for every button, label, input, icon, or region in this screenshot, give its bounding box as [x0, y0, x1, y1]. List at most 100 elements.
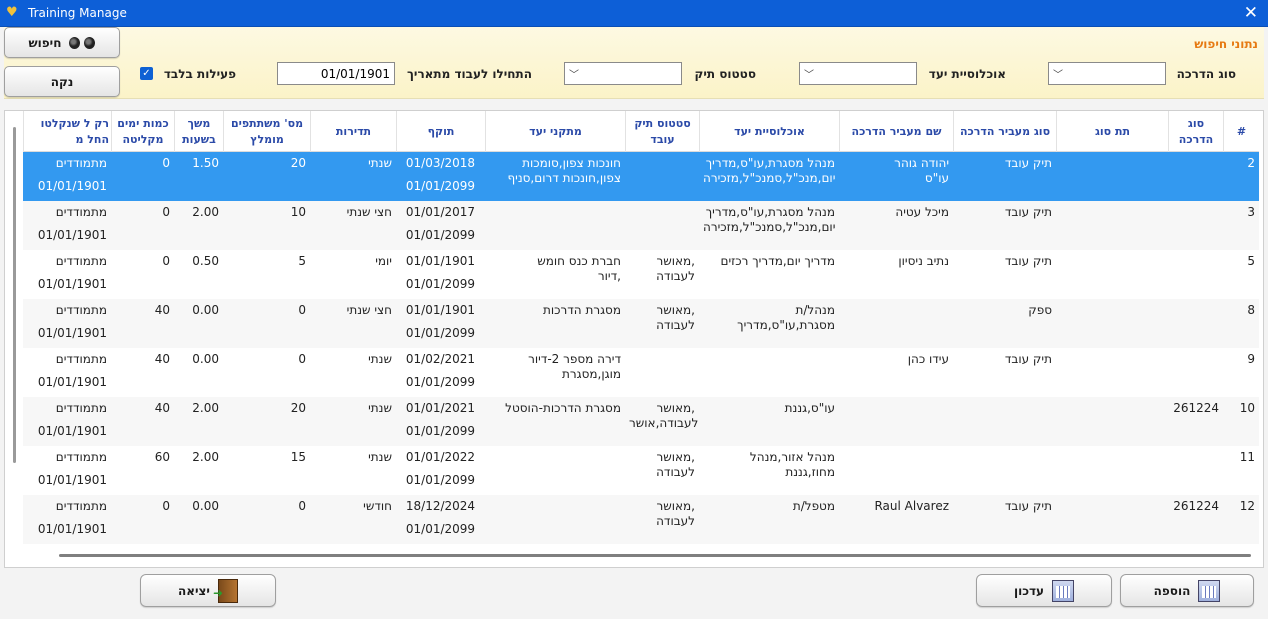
header-subtype[interactable]: תת סוג [1056, 111, 1168, 152]
cell-since-line1: מתמודדים [55, 205, 107, 219]
table-row[interactable]: 8 ספק מנהל/ת מסגרת,עו"ס,מדריך מאושר, לעבודה מס… [23, 299, 1259, 348]
cell-validity-line2: 01/01/2099 [405, 179, 476, 193]
cell-duration: 2.00 [174, 201, 223, 250]
header-instructor-name[interactable]: שם מעביר הדרכה [839, 111, 953, 152]
header-participants[interactable]: מס' משתתפים מומלץ [223, 111, 310, 152]
cell-num: 5 [1223, 250, 1259, 299]
header-target-population[interactable]: אוכלוסיית יעד [699, 111, 839, 152]
update-button[interactable]: עדכון [976, 574, 1112, 607]
cell-target-population-line2: יום,מנכ"ל,סמנכ"ל,מזכירה [703, 171, 836, 185]
cell-since-line1: מתמודדים [55, 156, 107, 170]
cell-target-population-line1: מטפל/ת [792, 499, 835, 513]
cell-participants: 0 [223, 299, 310, 348]
header-training-type[interactable]: סוג הדרכה [1168, 111, 1223, 152]
header-duration[interactable]: משך בשעות [174, 111, 223, 152]
cell-instructor-name-line1: מיכל עטיה [895, 205, 949, 219]
cell-days-line1: 0 [162, 499, 170, 513]
header-days[interactable]: כמות ימים מקליטה [111, 111, 174, 152]
target-population-combo[interactable]: ﹀ [799, 62, 917, 85]
cell-validity-line1: 01/01/1901 [405, 303, 476, 317]
start-date-input[interactable] [277, 62, 395, 85]
cell-instructor-type: תיק עובד [953, 250, 1056, 299]
cell-file-status-line2: לעבודה [656, 514, 695, 528]
table-row[interactable]: 10 261224 עו"ס,גננת מאושר, לעבודה,אושר מסגרת … [23, 397, 1259, 446]
table-row[interactable]: 12 261224 תיק עובד Raul Alvarez מטפל/ת מאושר,… [23, 495, 1259, 544]
cell-target-facilities [485, 201, 625, 250]
cell-participants-line1: 5 [298, 254, 306, 268]
cell-participants-line1: 20 [290, 401, 306, 415]
cell-frequency-line1: שנתי [368, 352, 392, 366]
cell-num-line1: 12 [1239, 499, 1255, 513]
active-only-checkbox[interactable]: ✓ [140, 67, 153, 80]
cell-instructor-name: נתיב ניסיון [839, 250, 953, 299]
cell-duration: 2.00 [174, 397, 223, 446]
header-instructor-type[interactable]: סוג מעביר הדרכה [953, 111, 1056, 152]
cell-target-population: עו"ס,גננת [699, 397, 839, 446]
table-row[interactable]: 3 תיק עובד מיכל עטיה מנהל מסגרת,עו"ס,מדריך י… [23, 201, 1259, 250]
vertical-scrollbar[interactable] [13, 127, 16, 463]
cell-participants-line1: 0 [298, 352, 306, 366]
cell-frequency-line1: יומי [375, 254, 392, 268]
clear-button[interactable]: נקה [4, 66, 120, 97]
header-target-facilities[interactable]: מתקני יעד [485, 111, 625, 152]
cell-instructor-name [839, 446, 953, 495]
header-num[interactable]: # [1223, 111, 1259, 152]
search-button[interactable]: חיפוש [4, 27, 120, 58]
cell-instructor-name-line1: Raul Alvarez [874, 499, 949, 513]
cell-training-type: 261224 [1168, 495, 1223, 544]
table-row[interactable]: 9 תיק עובד עידו כהן דירה מספר 2-דיור מוגן,מס… [23, 348, 1259, 397]
cell-duration-line1: 1.50 [192, 156, 219, 170]
cell-frequency-line1: חודשי [363, 499, 392, 513]
cell-since: מתמודדים 01/01/1901 [23, 201, 111, 250]
close-icon[interactable]: ✕ [1244, 3, 1258, 23]
cell-subtype [1056, 201, 1168, 250]
exit-button[interactable]: יציאה [140, 574, 276, 607]
header-validity[interactable]: תוקף [396, 111, 485, 152]
add-button[interactable]: הוספה [1120, 574, 1254, 607]
cell-days: 40 [111, 348, 174, 397]
table-row[interactable]: 11 מנהל אזור,מנהל מחוז,גננת מאושר, לעבודה 01/… [23, 446, 1259, 495]
cell-instructor-name: מיכל עטיה [839, 201, 953, 250]
cell-instructor-name: עידו כהן [839, 348, 953, 397]
cell-validity-line2: 01/01/2099 [405, 473, 476, 487]
cell-frequency: שנתי [310, 446, 396, 495]
clear-button-label: נקה [50, 74, 74, 89]
cell-num-line1: 2 [1247, 156, 1255, 170]
cell-subtype [1056, 299, 1168, 348]
cell-training-type-line1: 261224 [1173, 499, 1219, 513]
header-file-status[interactable]: סטטוס תיק עובד [625, 111, 699, 152]
header-since[interactable]: רק ל שנקלטו החל מ [23, 111, 111, 152]
cell-since-line2: 01/01/1901 [37, 228, 107, 242]
cell-file-status: מאושר, לעבודה [625, 446, 699, 495]
cell-target-facilities-line1: מסגרת הדרכות-הוסטל [505, 401, 621, 415]
cell-duration: 0.50 [174, 250, 223, 299]
target-population-label: אוכלוסיית יעד [928, 67, 1006, 81]
cell-participants: 0 [223, 495, 310, 544]
header-frequency[interactable]: תדירות [310, 111, 396, 152]
cell-participants: 20 [223, 152, 310, 201]
cell-num: 12 [1223, 495, 1259, 544]
cell-duration-line1: 0.00 [192, 303, 219, 317]
search-panel-title: נתוני חיפוש [1194, 37, 1258, 51]
cell-frequency: שנתי [310, 397, 396, 446]
update-button-label: עדכון [1013, 583, 1045, 598]
cell-duration-line1: 0.50 [192, 254, 219, 268]
table-row[interactable]: 5 תיק עובד נתיב ניסיון מדריך יום,מדריך רכזי… [23, 250, 1259, 299]
cell-target-facilities-line1: חברת כנס חומש [537, 254, 621, 268]
cell-frequency: חצי שנתי [310, 201, 396, 250]
cell-instructor-name [839, 299, 953, 348]
cell-training-type [1168, 250, 1223, 299]
cell-file-status: מאושר, לעבודה [625, 299, 699, 348]
cell-target-facilities [485, 495, 625, 544]
file-status-label: סטטוס תיק [694, 67, 756, 81]
cell-instructor-type [953, 446, 1056, 495]
cell-instructor-type-line1: ספק [1028, 303, 1052, 317]
table-row[interactable]: 2 תיק עובד יהודה גוהר עו"ס מנהל מסגרת,עו"ס,מ… [23, 152, 1259, 201]
cell-target-population-line2: מחוז,גננת [785, 465, 835, 479]
file-status-combo[interactable]: ﹀ [564, 62, 682, 85]
horizontal-scrollbar[interactable] [59, 554, 1251, 557]
training-type-combo[interactable]: ﹀ [1048, 62, 1166, 85]
calendar-add-icon [1198, 579, 1221, 602]
cell-validity: 01/03/2018 01/01/2099 [396, 152, 485, 201]
cell-duration: 0.00 [174, 495, 223, 544]
